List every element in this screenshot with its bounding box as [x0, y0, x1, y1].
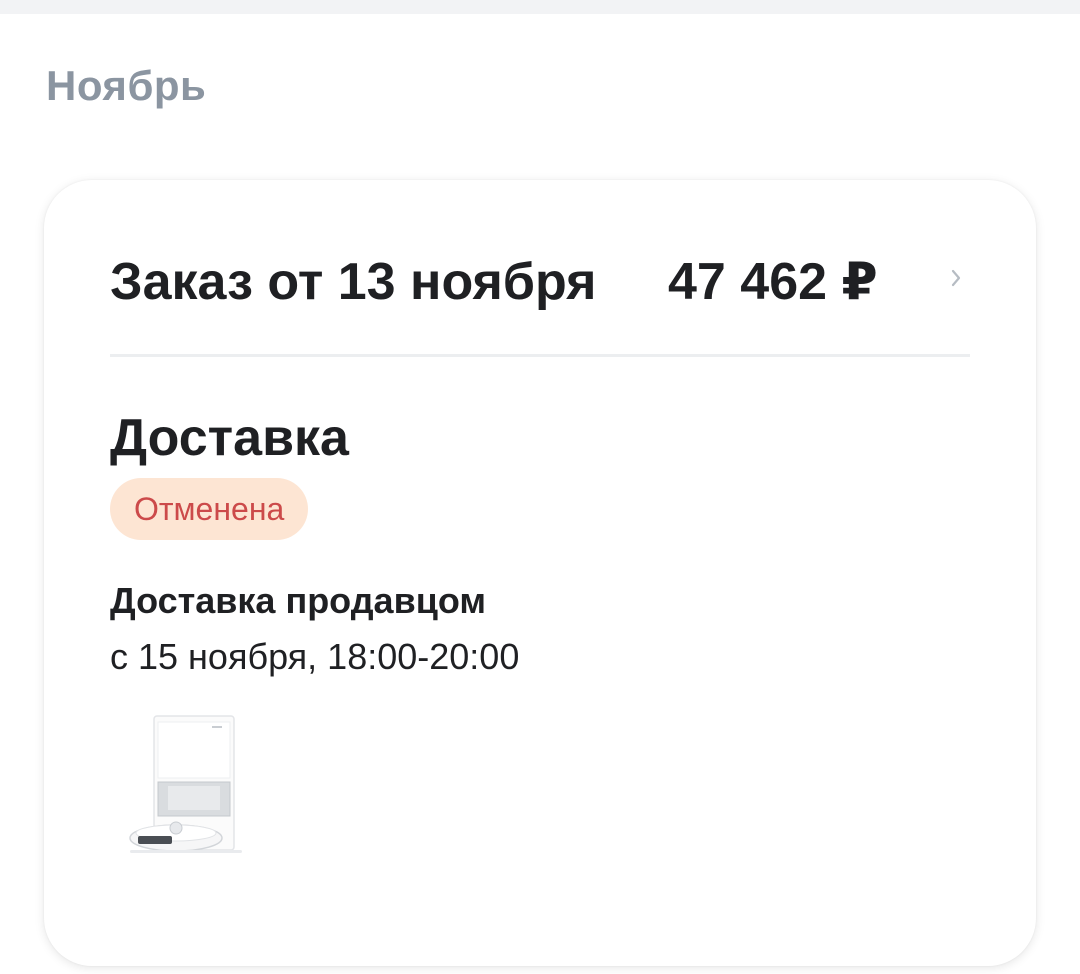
chevron-right-icon[interactable] [944, 266, 968, 290]
delivery-method: Доставка продавцом [110, 580, 486, 621]
order-header[interactable]: Заказ от 13 ноября 47 462 ₽ [110, 252, 970, 312]
order-card[interactable]: Заказ от 13 ноября 47 462 ₽ Доставка Отм… [44, 180, 1036, 966]
status-badge: Отменена [110, 478, 309, 540]
delivery-time: с 15 ноября, 18:00-20:00 [110, 636, 520, 677]
month-title: Ноябрь [46, 62, 207, 109]
robot-vacuum-station-icon[interactable] [128, 710, 244, 860]
order-amount: 47 462 ₽ [668, 253, 878, 311]
divider [110, 354, 970, 357]
top-strip [0, 0, 1080, 14]
order-title: Заказ от 13 ноября [110, 253, 597, 311]
delivery-title: Доставка [110, 409, 349, 467]
